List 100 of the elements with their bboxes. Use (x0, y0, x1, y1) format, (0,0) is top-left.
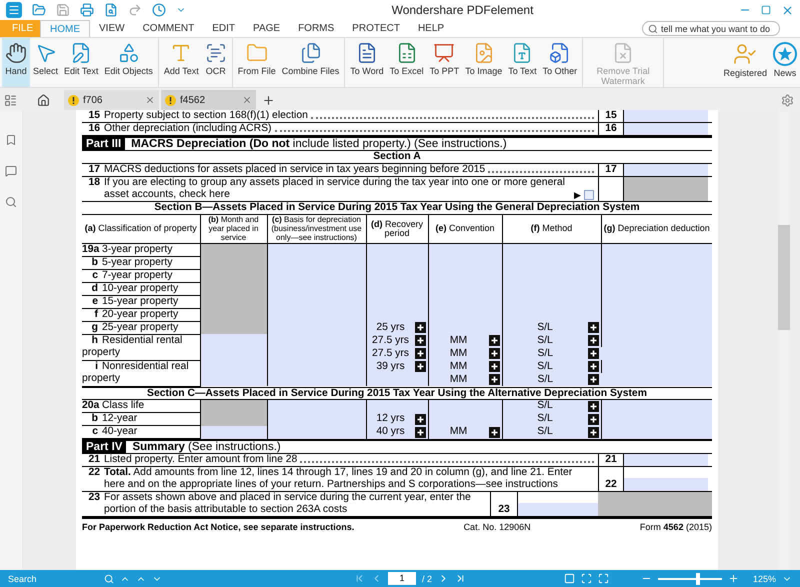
amount-field[interactable] (624, 454, 708, 466)
scrollbar[interactable] (778, 110, 790, 570)
plus-icon[interactable] (414, 426, 426, 438)
plus-icon[interactable] (488, 335, 500, 346)
method-field[interactable]: S/L (502, 400, 601, 412)
toolbar-button[interactable]: Hand (2, 38, 30, 87)
bookmark-icon[interactable] (5, 134, 17, 146)
plus-icon[interactable] (588, 348, 599, 359)
document-tab[interactable]: f706 (64, 90, 159, 110)
plus-icon[interactable] (414, 414, 426, 424)
plus-icon[interactable] (488, 348, 500, 359)
slider-thumb[interactable] (696, 572, 700, 584)
menu-tab[interactable]: EDIT (203, 20, 244, 37)
amount-field[interactable] (518, 503, 598, 516)
document-tab[interactable]: f4562 (161, 90, 256, 110)
toolbar-button[interactable]: To Image (462, 38, 506, 87)
amount-field[interactable] (624, 110, 708, 122)
maximize-icon[interactable] (761, 5, 771, 15)
plus-icon[interactable] (488, 361, 500, 372)
plus-icon[interactable] (588, 414, 598, 424)
recovery-period-field[interactable]: 25 yrs (366, 321, 428, 334)
method-field[interactable]: S/L (502, 426, 601, 438)
toolbar-button[interactable]: To Other (540, 38, 580, 87)
toolbar-button[interactable]: Combine Files (278, 38, 342, 87)
toolbar-button[interactable]: Edit Objects (101, 38, 156, 87)
close-icon[interactable] (145, 95, 155, 105)
thumbnails-icon[interactable] (4, 94, 17, 107)
basis-field[interactable] (267, 243, 366, 256)
menu-tab[interactable]: HELP (408, 20, 454, 37)
convention-field[interactable]: MM (428, 426, 502, 438)
plus-icon[interactable] (414, 322, 426, 333)
menu-icon[interactable] (6, 2, 22, 18)
deduction-field[interactable] (601, 360, 712, 386)
method-field[interactable]: S/L (502, 347, 601, 360)
folder-icon[interactable] (32, 3, 46, 17)
recovery-period-field[interactable] (366, 373, 428, 386)
toolbar-button[interactable]: Select (30, 38, 62, 87)
recovery-period-field[interactable] (366, 400, 428, 412)
date-placed-field[interactable] (200, 334, 267, 360)
single-page-icon[interactable] (564, 573, 575, 584)
amount-field[interactable] (624, 164, 708, 176)
printer-icon[interactable] (80, 3, 94, 17)
plus-icon[interactable] (588, 335, 598, 346)
file-search-icon[interactable] (104, 3, 118, 17)
recovery-period-field[interactable]: 39 yrs (366, 360, 428, 373)
method-field[interactable]: S/L (502, 334, 601, 347)
close-icon[interactable] (781, 4, 794, 16)
comment-icon[interactable] (5, 165, 17, 177)
deduction-field[interactable] (601, 426, 712, 438)
plus-icon[interactable] (588, 361, 598, 372)
plus-icon[interactable] (414, 335, 426, 346)
toolbar-button[interactable]: Add Text (160, 38, 202, 87)
basis-field[interactable] (267, 400, 366, 412)
home-icon[interactable] (37, 94, 50, 107)
fit-width-icon[interactable] (598, 573, 609, 584)
convention-field[interactable] (428, 400, 502, 412)
recovery-period-field[interactable] (366, 243, 428, 256)
checkbox[interactable] (584, 190, 594, 200)
amount-field[interactable] (624, 123, 708, 135)
convention-field[interactable]: MM (428, 360, 502, 373)
zoom-in-icon[interactable] (728, 573, 739, 584)
convention-field[interactable]: MM (428, 373, 502, 386)
menu-tab[interactable]: PAGE (244, 20, 290, 37)
menu-tab[interactable]: PROTECT (343, 20, 409, 37)
toolbar-button[interactable]: To PPT (426, 38, 462, 87)
plus-icon[interactable] (588, 426, 598, 438)
fit-page-icon[interactable] (580, 573, 592, 584)
toolbar-button[interactable]: News (770, 38, 800, 87)
recovery-period-field[interactable]: 12 yrs (366, 412, 428, 426)
plus-icon[interactable] (488, 426, 500, 438)
recovery-period-field[interactable]: 27.5 yrs (366, 347, 428, 360)
page-number-field[interactable]: 1 (388, 572, 416, 585)
close-icon[interactable] (242, 95, 252, 105)
date-placed-field[interactable] (200, 360, 267, 386)
new-tab-icon[interactable] (262, 94, 275, 107)
plus-icon[interactable] (588, 374, 599, 385)
plus-icon[interactable] (414, 361, 426, 372)
method-field[interactable]: S/L (502, 360, 601, 373)
menu-tab[interactable]: VIEW (90, 20, 134, 37)
method-field[interactable]: S/L (502, 373, 601, 386)
clock-icon[interactable] (152, 3, 166, 17)
deduction-field[interactable] (601, 243, 712, 256)
search-icon[interactable] (104, 574, 114, 584)
recovery-period-field[interactable]: 40 yrs (366, 426, 428, 438)
date-placed-field[interactable] (200, 426, 267, 438)
toolbar-button[interactable]: OCR (202, 38, 230, 87)
convention-field[interactable] (428, 243, 502, 256)
recovery-period-field[interactable]: 27.5 yrs (366, 334, 428, 347)
first-page-icon[interactable] (354, 573, 365, 584)
last-page-icon[interactable] (455, 573, 466, 584)
convention-field[interactable]: MM (428, 334, 502, 347)
plus-icon[interactable] (414, 348, 426, 359)
toolbar-button[interactable]: To Word (347, 38, 387, 87)
toolbar-button[interactable]: To Text (505, 38, 540, 87)
menu-tab[interactable]: COMMENT (134, 20, 204, 37)
plus-icon[interactable] (588, 322, 598, 333)
settings-icon[interactable] (781, 94, 794, 107)
basis-field[interactable] (267, 360, 366, 386)
deduction-field[interactable] (601, 400, 712, 412)
save-icon[interactable] (56, 3, 70, 17)
